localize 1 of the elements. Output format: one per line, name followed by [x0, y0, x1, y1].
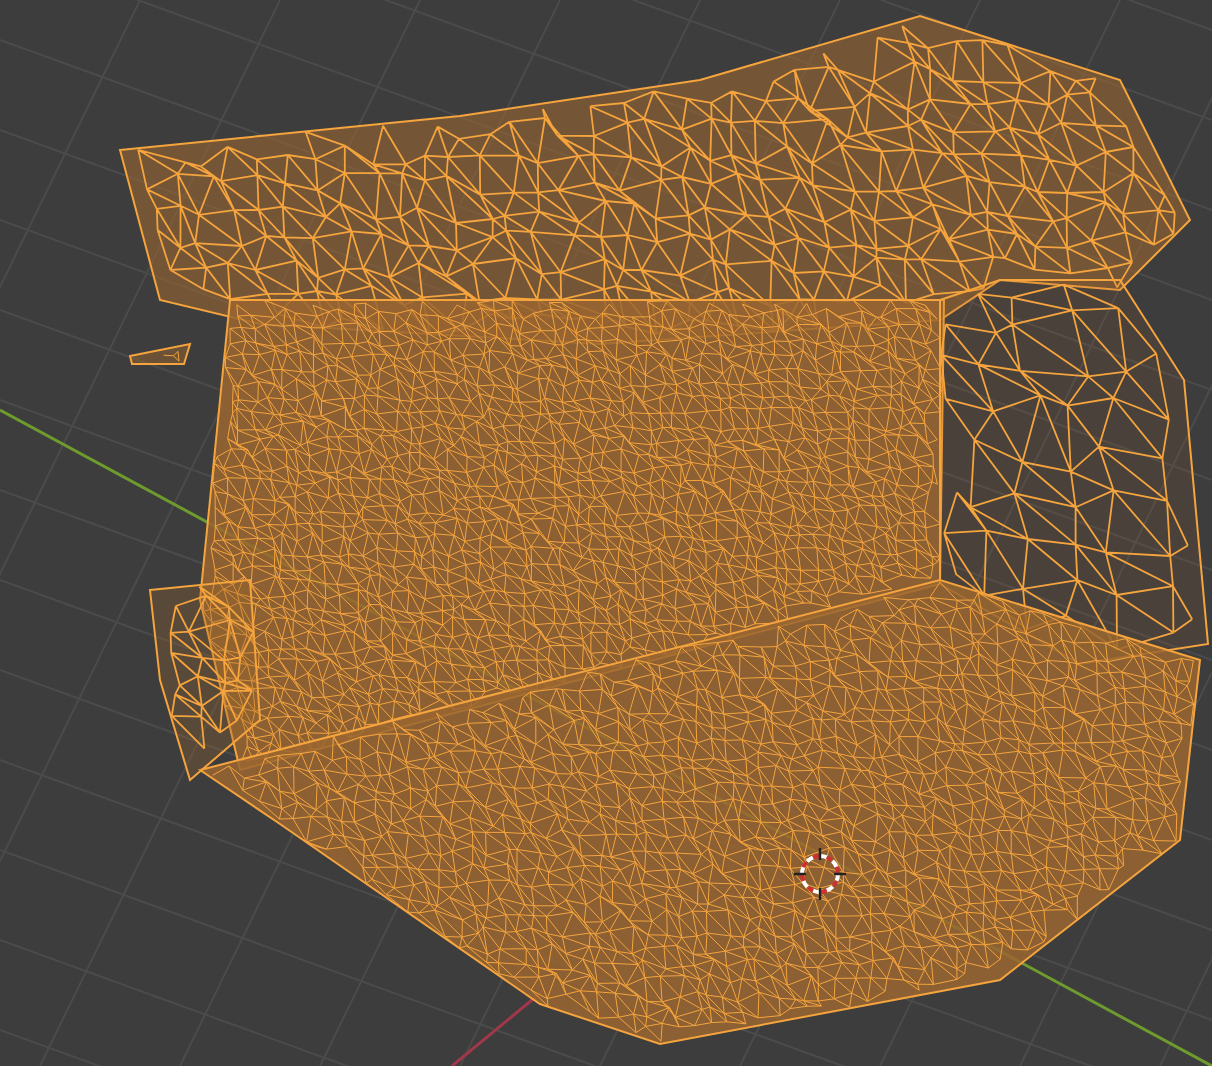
- 3d-cursor-icon: [792, 846, 848, 902]
